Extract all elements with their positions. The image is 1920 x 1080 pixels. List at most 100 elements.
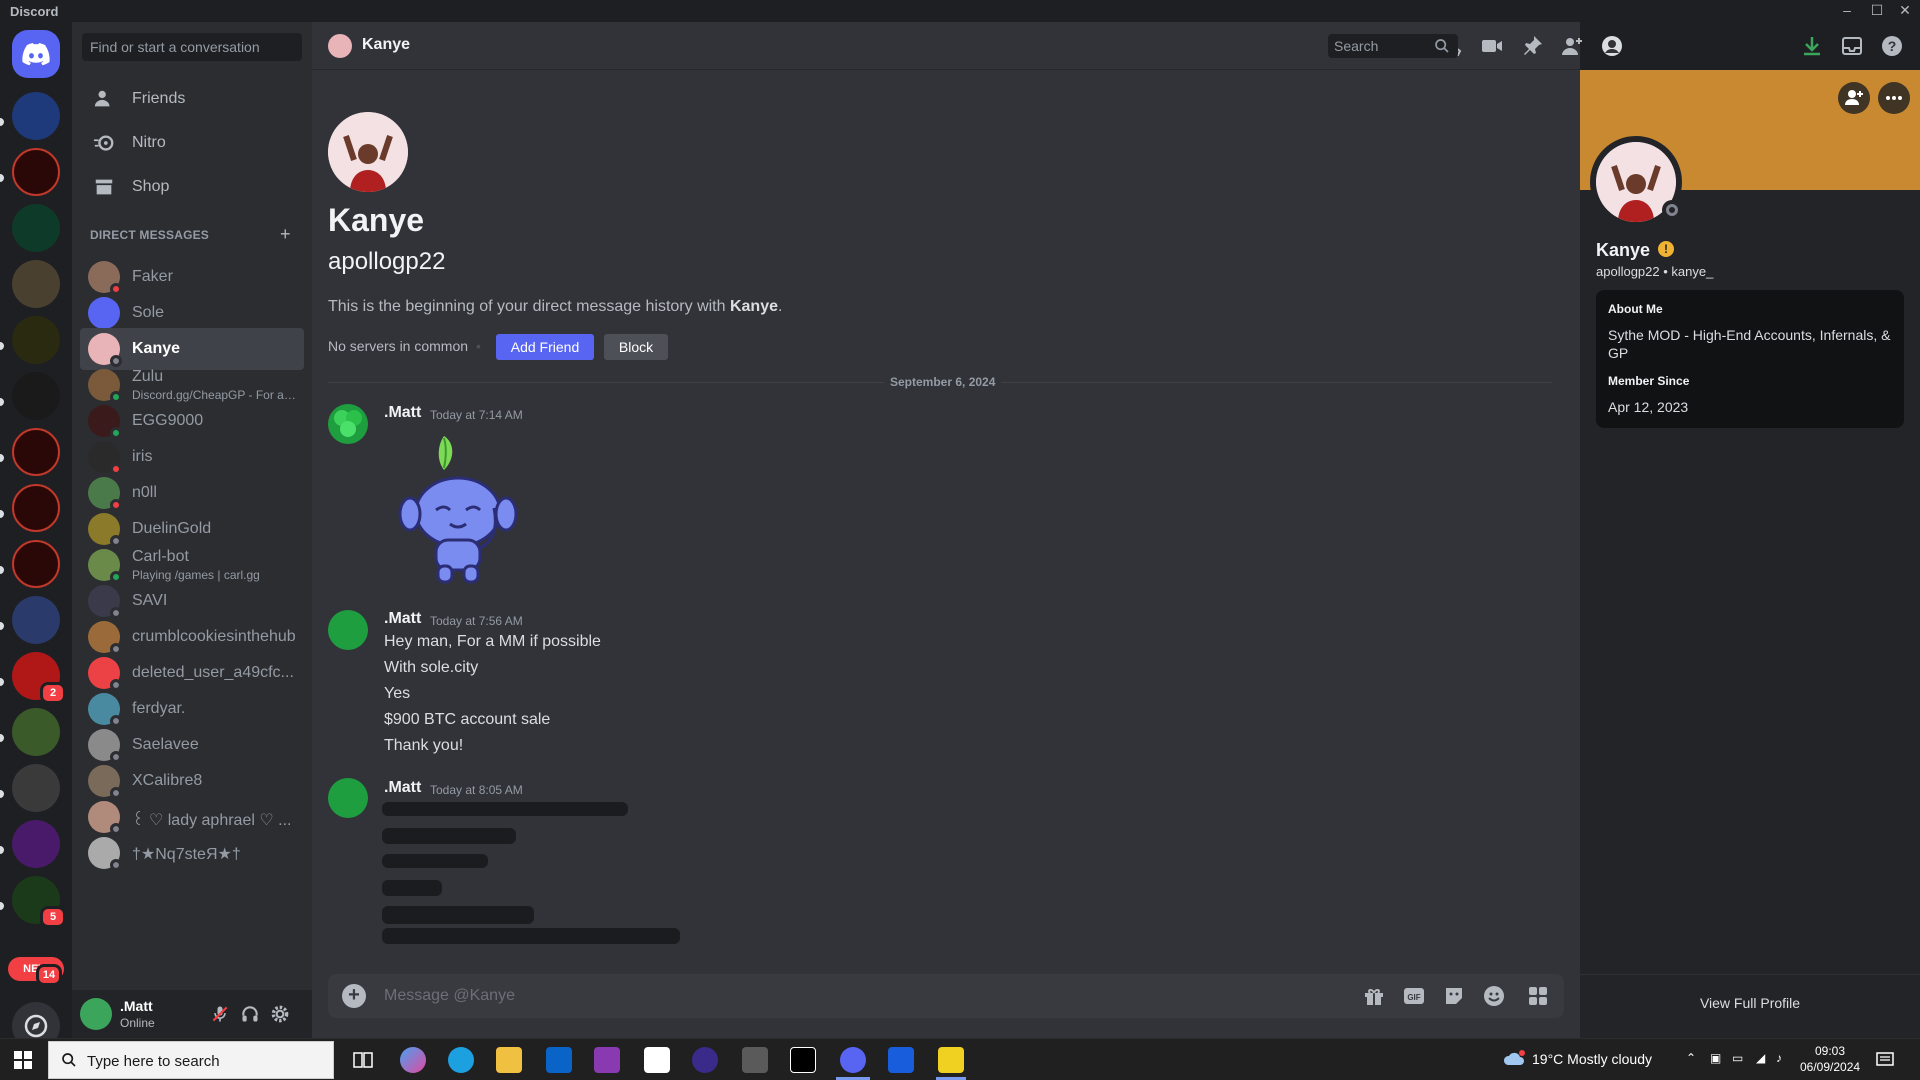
add-friend-profile-button[interactable] (1838, 82, 1870, 114)
taskbar-search[interactable]: Type here to search (48, 1041, 334, 1079)
close-button[interactable]: ✕ (1890, 2, 1920, 19)
nav-shop[interactable]: Shop (80, 166, 304, 208)
x-app-icon[interactable] (790, 1047, 816, 1073)
headphones-icon[interactable] (240, 1004, 260, 1024)
server-urban[interactable] (12, 820, 60, 868)
message-timestamp: Today at 8:05 AM (430, 783, 523, 797)
shop-icon (95, 179, 113, 195)
windows-start-icon[interactable] (14, 1051, 32, 1069)
chat-recipient-name: Kanye (362, 36, 411, 53)
server-star[interactable] (12, 316, 60, 364)
warning-icon[interactable]: ! (1658, 241, 1674, 257)
message-author[interactable]: .Matt (384, 610, 421, 628)
about-card: About Me Sythe MOD - High-End Accounts, … (1596, 290, 1904, 428)
avatar[interactable] (80, 998, 112, 1030)
redaction (382, 854, 488, 868)
minecraft-icon[interactable] (742, 1047, 768, 1073)
weather-cloud-icon[interactable] (1502, 1049, 1526, 1069)
home-button[interactable] (12, 30, 60, 78)
server-red-4[interactable] (12, 540, 60, 588)
minimize-button[interactable]: – (1832, 2, 1862, 18)
gif-icon[interactable]: GIF (1402, 984, 1426, 1008)
tray-overflow-chevron-icon[interactable]: ⌃ (1686, 1051, 1696, 1065)
emoji-icon[interactable] (1482, 984, 1506, 1008)
wumpus-sticker[interactable] (396, 432, 522, 586)
discord-taskbar-icon[interactable] (840, 1047, 866, 1073)
server-badge: 5 (40, 906, 66, 928)
add-friend-button[interactable]: Add Friend (496, 334, 594, 360)
avatar[interactable] (328, 610, 368, 650)
svg-text:GIF: GIF (1407, 993, 1420, 1002)
avatar[interactable] (328, 112, 408, 192)
gift-icon[interactable] (1362, 984, 1386, 1008)
avatar[interactable] (328, 778, 368, 818)
nav-friends[interactable]: Friends (80, 78, 304, 120)
avatar (88, 297, 120, 329)
server-green[interactable] (12, 708, 60, 756)
sticky-notes-icon[interactable] (938, 1047, 964, 1073)
clock[interactable]: 09:03 06/09/2024 (1800, 1043, 1860, 1075)
edge-icon[interactable] (448, 1047, 474, 1073)
dm-name: ꒰ ♡ lady aphrael ♡ ... (132, 812, 292, 829)
server-rocket[interactable] (12, 596, 60, 644)
inbox-icon[interactable] (1840, 34, 1864, 58)
dm-name: Sole (132, 304, 165, 321)
server-city[interactable] (12, 764, 60, 812)
block-button[interactable]: Block (604, 334, 668, 360)
message-text: Thank you! (384, 737, 464, 754)
intro-text: This is the beginning of your direct mes… (328, 298, 783, 315)
user-profile-icon[interactable] (1600, 34, 1624, 58)
maximize-button[interactable]: ☐ (1862, 2, 1892, 19)
notion-icon[interactable] (644, 1047, 670, 1073)
help-icon[interactable]: ? (1880, 34, 1904, 58)
redaction (382, 928, 680, 944)
message-author[interactable]: .Matt (384, 404, 421, 422)
find-conversation-input[interactable]: Find or start a conversation (82, 33, 302, 61)
message-composer[interactable]: + Message @Kanye GIF (328, 974, 1564, 1018)
notifications-icon[interactable] (1876, 1051, 1894, 1069)
message-text: Yes (384, 685, 411, 702)
wifi-icon[interactable]: ◢ (1756, 1051, 1765, 1065)
app-24-icon[interactable] (692, 1047, 718, 1073)
redaction (382, 828, 516, 844)
mute-mic-icon[interactable] (210, 1004, 230, 1024)
server-book[interactable] (12, 260, 60, 308)
avatar[interactable] (328, 34, 352, 58)
outlook-icon[interactable] (546, 1047, 572, 1073)
volume-icon[interactable]: ♪ (1776, 1051, 1782, 1065)
apps-icon[interactable] (1526, 984, 1550, 1008)
message-input[interactable]: Message @Kanye (384, 987, 515, 1005)
attach-plus-icon[interactable]: + (342, 984, 366, 1008)
download-icon[interactable] (1800, 34, 1824, 58)
pin-icon[interactable] (1520, 34, 1544, 58)
add-friends-to-dm-icon[interactable] (1560, 34, 1584, 58)
battery-icon[interactable]: ▭ (1732, 1051, 1743, 1065)
copilot-icon[interactable] (400, 1047, 426, 1073)
server-red-2[interactable] (12, 428, 60, 476)
server-red-3[interactable] (12, 484, 60, 532)
nav-nitro[interactable]: Nitro (80, 122, 304, 164)
weather-text[interactable]: 19°C Mostly cloudy (1532, 1051, 1652, 1067)
view-full-profile-link[interactable]: View Full Profile (1580, 995, 1920, 1011)
sticker-icon[interactable] (1442, 984, 1466, 1008)
server-osrs[interactable] (12, 92, 60, 140)
server-dark[interactable] (12, 372, 60, 420)
more-options-button[interactable] (1878, 82, 1910, 114)
profile-username: apollogp22 • kanye_ (1596, 264, 1714, 279)
taskbar: Type here to search 19°C Mostly cloudy ⌃… (0, 1038, 1920, 1080)
file-explorer-icon[interactable] (496, 1047, 522, 1073)
onenote-icon[interactable] (594, 1047, 620, 1073)
task-view-icon[interactable] (350, 1047, 376, 1073)
server-red-1[interactable] (12, 148, 60, 196)
message-author[interactable]: .Matt (384, 779, 421, 797)
settings-gear-icon[interactable] (270, 1004, 290, 1024)
server-rail: 2 5 NEW 14 (0, 22, 72, 1050)
server-pentagram[interactable] (12, 204, 60, 252)
bitwarden-icon[interactable] (888, 1047, 914, 1073)
redaction (382, 906, 534, 924)
tray-icon[interactable]: ▣ (1710, 1051, 1721, 1065)
avatar[interactable] (328, 404, 368, 444)
dm-name: Kanye (132, 340, 181, 357)
dm-item[interactable]: †★Nq7steЯ★† (80, 832, 304, 874)
create-dm-button[interactable]: + (280, 224, 291, 245)
